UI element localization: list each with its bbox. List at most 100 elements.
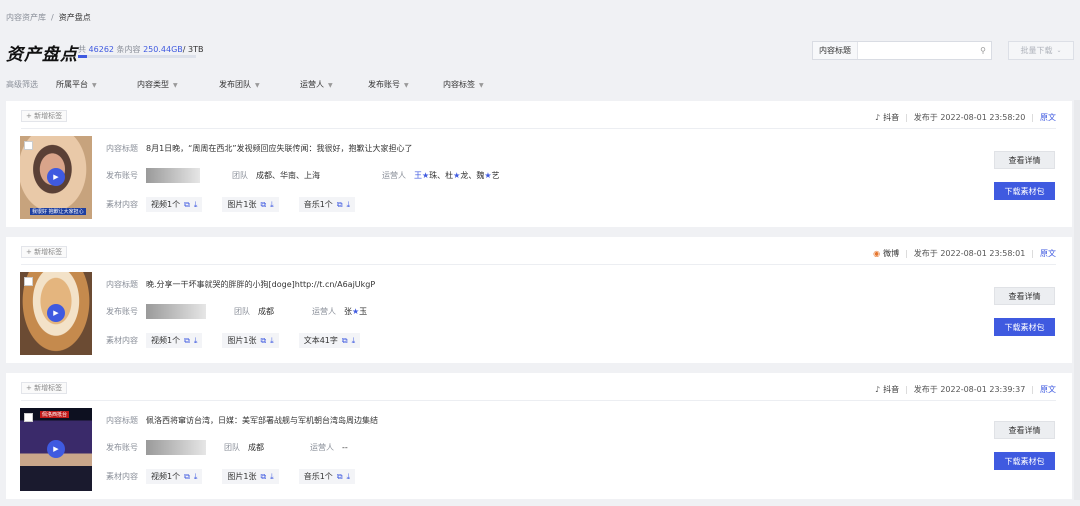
team-key: 团队	[232, 171, 248, 180]
original-link[interactable]: 原文	[1040, 112, 1056, 123]
breadcrumb-parent[interactable]: 内容资产库	[6, 13, 46, 22]
download-icon[interactable]: ⤓	[347, 472, 351, 482]
published-label: 发布于	[913, 385, 938, 394]
filter-team[interactable]: 发布团队 ▼	[219, 79, 260, 90]
materials-key: 素材内容	[106, 472, 138, 481]
thumbnail-caption: 佩洛西抵台	[40, 411, 70, 418]
title-row: 内容标题 8月1日晚，“周周在西北”发视频回应失联传闻：我很好，抱歉让大家担心了	[106, 143, 412, 154]
download-icon[interactable]: ⤓	[194, 200, 198, 210]
material-chip: 视频1个 ⧉ ⤓	[146, 197, 203, 212]
view-detail-button[interactable]: 查看详情	[994, 287, 1055, 305]
copy-icon[interactable]: ⧉	[184, 200, 190, 210]
add-tag-button[interactable]: + 新增标签	[21, 246, 68, 258]
account-row: 发布账号 团队 成都 运营人 张★玉	[106, 304, 367, 319]
search-icon[interactable]: ⚲	[975, 46, 991, 55]
material-chip: 视频1个 ⧉ ⤓	[146, 333, 203, 348]
filter-platform[interactable]: 所属平台 ▼	[56, 79, 97, 90]
stats-total: / 3TB	[182, 45, 204, 54]
material-chip: 文本41字 ⧉ ⤓	[298, 333, 361, 348]
video-thumbnail[interactable]: 佩洛西抵台 ▶	[20, 408, 92, 491]
copy-icon[interactable]: ⧉	[337, 200, 343, 210]
download-package-button[interactable]: 下载素材包	[994, 318, 1055, 336]
download-icon[interactable]: ⤓	[194, 336, 198, 346]
title-row: 内容标题 晚.分享一干坏事就哭的胖胖的小狗[doge]http://t.cn/A6…	[106, 279, 375, 290]
add-tag-button[interactable]: + 新增标签	[21, 110, 68, 122]
account-key: 发布账号	[106, 171, 138, 180]
download-package-button[interactable]: 下载素材包	[994, 182, 1055, 200]
download-icon[interactable]: ⤓	[352, 336, 356, 346]
chevron-down-icon: ⌄	[1056, 47, 1062, 54]
bulk-download-button[interactable]: 批量下载 ⌄	[1008, 41, 1074, 60]
account-row: 发布账号 团队 成都、华南、上海 运营人 王★珠、杜★龙、魏★艺	[106, 168, 500, 183]
team-value: 成都	[248, 443, 264, 452]
copy-icon[interactable]: ⧉	[260, 472, 266, 482]
published-time: 2022-08-01 23:39:37	[940, 385, 1026, 394]
team-value: 成都、华南、上海	[256, 171, 320, 180]
content-title[interactable]: 晚.分享一干坏事就哭的胖胖的小狗[doge]http://t.cn/A6ajUk…	[146, 279, 375, 290]
video-thumbnail[interactable]: ▶ 我很好 抱歉让大家担心	[20, 136, 92, 219]
title-key: 内容标题	[106, 144, 138, 153]
meta-divider: |	[1031, 385, 1034, 394]
account-key: 发布账号	[106, 307, 138, 316]
copy-icon[interactable]: ⧉	[260, 200, 266, 210]
operator-value: --	[342, 443, 348, 452]
video-thumbnail[interactable]: ▶	[20, 272, 92, 355]
content-title[interactable]: 8月1日晚，“周周在西北”发视频回应失联传闻：我很好，抱歉让大家担心了	[146, 143, 412, 154]
operator-part: 张	[344, 307, 352, 316]
download-icon[interactable]: ⤓	[270, 336, 274, 346]
caret-down-icon: ▼	[479, 82, 484, 89]
scrollbar[interactable]	[1074, 100, 1080, 500]
published-label: 发布于	[913, 249, 938, 258]
filter-tags[interactable]: 内容标签 ▼	[443, 79, 484, 90]
material-label: 音乐1个	[303, 200, 333, 209]
thumbnail-caption: 我很好 抱歉让大家担心	[30, 208, 86, 215]
bulk-download-label: 批量下载	[1020, 46, 1053, 55]
account-avatar-blurred	[146, 304, 206, 319]
download-package-button[interactable]: 下载素材包	[994, 452, 1055, 470]
filter-content-type[interactable]: 内容类型 ▼	[137, 79, 178, 90]
card-divider	[21, 128, 1056, 129]
filter-bar: 高级筛选 所属平台 ▼ 内容类型 ▼ 发布团队 ▼ 运营人 ▼ 发布账号 ▼ 内容标签 ▼	[6, 79, 1080, 91]
view-detail-button[interactable]: 查看详情	[994, 151, 1055, 169]
filter-content-type-label: 内容类型	[137, 80, 169, 89]
published-time: 2022-08-01 23:58:20	[940, 113, 1026, 122]
content-title[interactable]: 佩洛西将窜访台湾，日媒：美军部署战舰与军机朝台湾岛周边集结	[146, 415, 378, 426]
filter-account[interactable]: 发布账号 ▼	[368, 79, 409, 90]
view-detail-button[interactable]: 查看详情	[994, 421, 1055, 439]
original-link[interactable]: 原文	[1040, 384, 1056, 395]
materials-key: 素材内容	[106, 200, 138, 209]
copy-icon[interactable]: ⧉	[337, 472, 343, 482]
copy-icon[interactable]: ⧉	[184, 336, 190, 346]
select-checkbox[interactable]	[24, 413, 33, 422]
card-divider	[21, 264, 1056, 265]
card-divider	[21, 400, 1056, 401]
title-row: 内容标题 佩洛西将窜访台湾，日媒：美军部署战舰与军机朝台湾岛周边集结	[106, 415, 378, 426]
operator-key: 运营人	[310, 443, 334, 452]
caret-down-icon: ▼	[92, 82, 97, 89]
material-label: 文本41字	[303, 336, 338, 345]
download-icon[interactable]: ⤓	[347, 200, 351, 210]
filter-operator[interactable]: 运营人 ▼	[300, 79, 333, 90]
select-checkbox[interactable]	[24, 141, 33, 150]
select-checkbox[interactable]	[24, 277, 33, 286]
copy-icon[interactable]: ⧉	[184, 472, 190, 482]
play-icon[interactable]: ▶	[47, 440, 65, 458]
operator-value: 张★玉	[344, 306, 367, 317]
copy-icon[interactable]: ⧉	[342, 336, 348, 346]
search-input[interactable]	[858, 42, 975, 59]
download-icon[interactable]: ⤓	[194, 472, 198, 482]
team-value: 成都	[258, 307, 274, 316]
copy-icon[interactable]: ⧉	[260, 336, 266, 346]
download-icon[interactable]: ⤓	[270, 200, 274, 210]
material-chip: 音乐1个 ⧉ ⤓	[298, 469, 356, 484]
account-row: 发布账号 团队 成都 运营人 --	[106, 440, 348, 455]
play-icon[interactable]: ▶	[47, 168, 65, 186]
download-icon[interactable]: ⤓	[270, 472, 274, 482]
add-tag-button[interactable]: + 新增标签	[21, 382, 68, 394]
original-link[interactable]: 原文	[1040, 248, 1056, 259]
search-field-selector[interactable]: 内容标题	[813, 42, 858, 59]
team-key: 团队	[234, 307, 250, 316]
play-icon[interactable]: ▶	[47, 304, 65, 322]
published-label: 发布于	[913, 113, 938, 122]
material-label: 视频1个	[151, 200, 181, 209]
